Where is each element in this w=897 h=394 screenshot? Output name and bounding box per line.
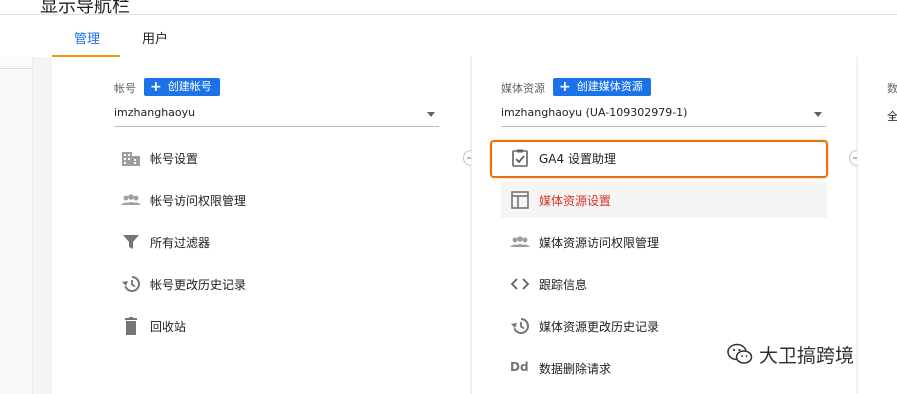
menu-item-account-access[interactable]: 帐号访问权限管理 xyxy=(112,182,452,218)
tab-admin[interactable]: 管理 xyxy=(74,28,100,47)
create-account-label: 创建帐号 xyxy=(167,80,212,93)
layout-icon xyxy=(510,191,530,209)
menu-item-all-filters[interactable]: 所有过滤器 xyxy=(112,224,452,260)
highlight-box xyxy=(490,140,828,178)
tab-user[interactable]: 用户 xyxy=(142,28,168,47)
plus-icon: + xyxy=(150,79,162,95)
account-heading: 帐号 xyxy=(114,82,136,95)
wechat-icon xyxy=(727,343,753,370)
top-bar: 显示导航栏 xyxy=(0,0,897,17)
plus-icon: + xyxy=(559,79,571,95)
history-icon xyxy=(121,275,141,293)
dd-icon: Dd xyxy=(510,360,529,374)
view-select-value[interactable]: 全 xyxy=(887,108,897,124)
chevron-down-icon xyxy=(814,112,822,117)
menu-item-label: 帐号设置 xyxy=(150,152,199,166)
menu-item-property-access[interactable]: 媒体资源访问权限管理 xyxy=(501,224,827,260)
menu-item-tracking-info[interactable]: 跟踪信息 xyxy=(501,266,827,302)
menu-item-label: 媒体资源访问权限管理 xyxy=(539,236,660,250)
tab-bar: 管理 用户 xyxy=(0,15,897,57)
code-icon xyxy=(510,275,530,293)
menu-item-label: 媒体资源设置 xyxy=(539,194,612,208)
watermark: 大卫搞跨境 xyxy=(727,341,854,370)
menu-item-label: 数据删除请求 xyxy=(539,362,612,376)
history-icon xyxy=(510,317,530,335)
menu-item-label: 回收站 xyxy=(150,320,187,334)
menu-item-label: 帐号访问权限管理 xyxy=(150,194,247,208)
account-column: 帐号 + 创建帐号 imzhanghaoyu 帐号设置 帐号访问权限管理 所有过滤… xyxy=(52,57,470,394)
menu-item-trash[interactable]: 回收站 xyxy=(112,308,452,344)
left-nav-strip xyxy=(0,57,33,394)
chevron-down-icon xyxy=(427,112,435,117)
account-select-value: imzhanghaoyu xyxy=(114,106,196,119)
account-select[interactable]: imzhanghaoyu xyxy=(114,104,439,127)
people-icon xyxy=(510,233,530,251)
menu-item-label: 帐号更改历史记录 xyxy=(150,278,247,292)
people-icon xyxy=(121,191,141,209)
menu-item-label: 媒体资源更改历史记录 xyxy=(539,320,660,334)
property-select-value: imzhanghaoyu (UA-109302979-1) xyxy=(501,106,688,119)
create-property-button[interactable]: + 创建媒体资源 xyxy=(553,78,651,96)
menu-item-property-settings[interactable]: 媒体资源设置 xyxy=(501,182,827,218)
menu-item-label: 跟踪信息 xyxy=(539,278,588,292)
menu-item-account-history[interactable]: 帐号更改历史记录 xyxy=(112,266,452,302)
menu-item-account-settings[interactable]: 帐号设置 xyxy=(112,140,452,176)
view-heading: 数 xyxy=(887,82,897,95)
building-icon xyxy=(121,149,141,167)
filter-icon xyxy=(121,233,141,251)
trash-icon xyxy=(121,317,141,335)
property-heading: 媒体资源 xyxy=(501,82,545,95)
menu-item-label: 所有过滤器 xyxy=(150,236,211,250)
watermark-text: 大卫搞跨境 xyxy=(759,345,855,367)
create-property-label: 创建媒体资源 xyxy=(576,80,643,93)
create-account-button[interactable]: + 创建帐号 xyxy=(144,78,220,96)
property-select[interactable]: imzhanghaoyu (UA-109302979-1) xyxy=(501,104,826,127)
menu-item-property-history[interactable]: 媒体资源更改历史记录 xyxy=(501,308,827,344)
